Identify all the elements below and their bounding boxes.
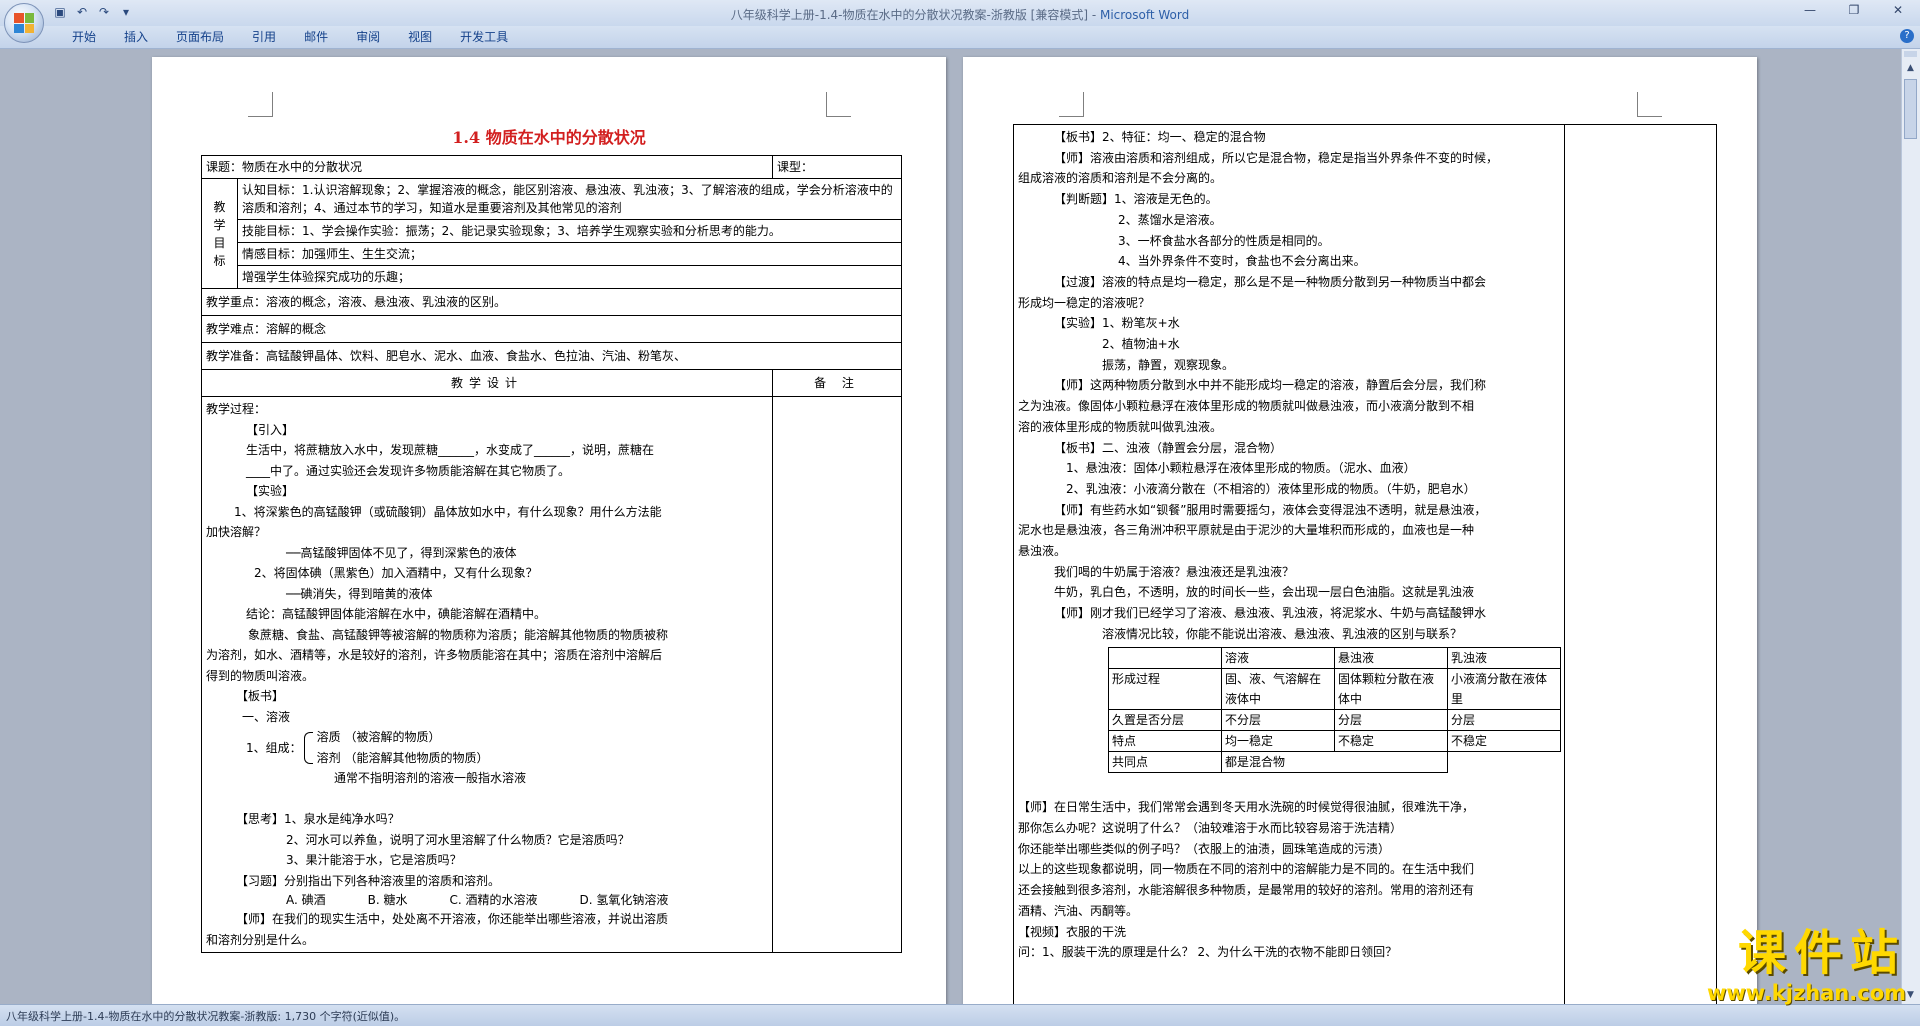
tab-home[interactable]: 开始 <box>58 29 110 45</box>
lesson-plan-table: 课题：物质在水中的分散状况 课型： 教 学 目 标 认知目标：1.认识溶解现象；… <box>200 155 903 953</box>
composition-brace: 1、组成： 溶质 （被溶解的物质） 溶剂 （能溶解其他物质的物质） <box>246 730 489 765</box>
tab-view[interactable]: 视图 <box>394 29 446 45</box>
tab-mailings[interactable]: 邮件 <box>290 29 342 45</box>
crop-mark <box>1637 92 1662 117</box>
goal-skill: 技能目标：1、学会操作实验：振荡；2、能记录实验现象；3、培养学生观察实验和分析… <box>236 219 903 243</box>
crop-mark <box>1059 92 1084 117</box>
watermark-logo: 课件站 www.kjzhan.com <box>1706 925 1906 1005</box>
difficulty: 教学难点：溶解的概念 <box>200 315 903 343</box>
key-points: 教学重点：溶液的概念，溶液、悬浊液、乳浊液的区别。 <box>200 288 903 316</box>
table-row: 特点 均一稳定 不稳定 不稳定 <box>1108 729 1561 752</box>
crop-mark <box>826 92 851 117</box>
header-solution: 溶液 <box>1221 646 1335 669</box>
header-emulsion: 乳浊液 <box>1447 646 1561 669</box>
title-bar: ▣ ↶ ↷ ▾ 八年级科学上册-1.4-物质在水中的分散状况教案-浙教版 [兼容… <box>0 0 1920 26</box>
comparison-table: 溶液 悬浊液 乳浊液 形成过程 固、液、气溶解在液体中 固体颗粒分散在液体中 小… <box>1108 646 1561 773</box>
tab-review[interactable]: 审阅 <box>342 29 394 45</box>
app-name: Microsoft Word <box>1099 8 1190 22</box>
lesson-title-cell: 课题：物质在水中的分散状况 <box>200 155 774 179</box>
ribbon-tabs: 开始 插入 页面布局 引用 邮件 审阅 视图 开发工具 ? <box>0 26 1920 49</box>
table-row: 形成过程 固、液、气溶解在液体中 固体颗粒分散在液体中 小液滴分散在液体里 <box>1108 667 1561 710</box>
help-icon[interactable]: ? <box>1900 29 1914 43</box>
document-name: 八年级科学上册-1.4-物质在水中的分散状况教案-浙教版 [兼容模式] - <box>730 8 1100 22</box>
teaching-process: 教学过程： 【引入】 生活中，将蔗糖放入水中，发现蔗糖______，水变成了__… <box>200 396 774 953</box>
crop-mark <box>248 92 273 117</box>
notes-header: 备 注 <box>772 369 903 397</box>
document-page-2[interactable]: 【板书】2、特征：均一、稳定的混合物 【师】溶液由溶质和溶剂组成，所以它是混合物… <box>963 57 1757 1017</box>
goal-emotion-2: 增强学生体验探究成功的乐趣； <box>236 265 903 289</box>
scroll-thumb[interactable] <box>1904 79 1917 139</box>
minimize-icon[interactable]: — <box>1788 0 1832 22</box>
goals-label: 教 学 目 标 <box>201 178 238 289</box>
tab-insert[interactable]: 插入 <box>110 29 162 45</box>
office-logo-icon <box>14 13 34 33</box>
goal-cognitive: 认知目标：1.认识溶解现象；2、掌握溶液的概念，能区别溶液、悬浊液、乳浊液；3、… <box>236 178 903 220</box>
tab-developer[interactable]: 开发工具 <box>446 29 522 45</box>
table-row: 久置是否分层 不分层 分层 分层 <box>1108 708 1561 731</box>
window-title: 八年级科学上册-1.4-物质在水中的分散状况教案-浙教版 [兼容模式] - Mi… <box>0 6 1920 23</box>
restore-icon[interactable]: ❐ <box>1832 0 1876 22</box>
exercise-options: A. 碘酒 B. 糖水 C. 酒精的水溶液 D. 氢氧化钠溶液 <box>286 893 669 907</box>
continued-table: 【板书】2、特征：均一、稳定的混合物 【师】溶液由溶质和溶剂组成，所以它是混合物… <box>1013 124 1717 1017</box>
status-text: 八年级科学上册-1.4-物质在水中的分散状况教案-浙教版: 1,730 个字符(… <box>6 1010 406 1023</box>
vertical-scrollbar[interactable]: ▲ ▼ <box>1901 49 1920 1004</box>
brace-icon <box>303 731 313 764</box>
office-button[interactable] <box>4 3 44 43</box>
scroll-up-icon[interactable]: ▲ <box>1904 61 1917 75</box>
continued-process: 【板书】2、特征：均一、稳定的混合物 【师】溶液由溶质和溶剂组成，所以它是混合物… <box>1014 125 1565 1017</box>
document-page-1[interactable]: 1.4 物质在水中的分散状况 课题：物质在水中的分散状况 课型： 教 学 目 标… <box>152 57 946 1017</box>
notes-column <box>772 396 903 953</box>
lesson-type-cell: 课型： <box>772 155 903 179</box>
table-row: 共同点 都是混合物 <box>1108 750 1561 773</box>
goal-emotion: 情感目标：加强师生、生生交流； <box>236 242 903 266</box>
header-suspension: 悬浊液 <box>1334 646 1448 669</box>
document-title: 1.4 物质在水中的分散状况 <box>452 128 646 147</box>
design-header: 教学设计 <box>200 369 774 397</box>
preparation: 教学准备：高锰酸钾晶体、饮料、肥皂水、泥水、血液、食盐水、色拉油、汽油、粉笔灰、 <box>200 342 903 370</box>
tab-page-layout[interactable]: 页面布局 <box>162 29 238 45</box>
split-handle[interactable] <box>1904 51 1917 57</box>
notes-column <box>1566 125 1716 1017</box>
tab-references[interactable]: 引用 <box>238 29 290 45</box>
status-bar: 八年级科学上册-1.4-物质在水中的分散状况教案-浙教版: 1,730 个字符(… <box>0 1004 1920 1026</box>
close-icon[interactable]: ✕ <box>1876 0 1920 22</box>
